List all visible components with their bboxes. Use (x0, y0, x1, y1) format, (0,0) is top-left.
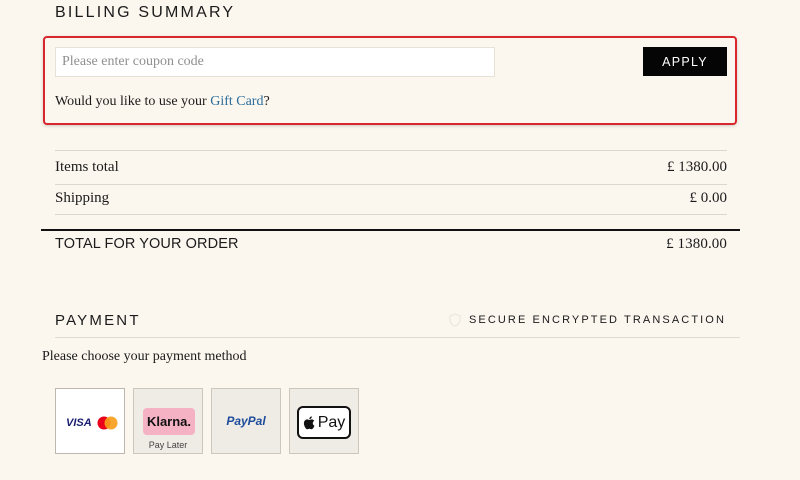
coupon-section: APPLY Would you like to use your Gift Ca… (43, 36, 737, 125)
gift-card-prefix: Would you like to use your (55, 94, 211, 109)
gift-card-link[interactable]: Gift Card (210, 94, 263, 109)
gift-card-suffix: ? (263, 94, 270, 109)
summary-divider-bottom (55, 214, 727, 215)
payment-title: PAYMENT (55, 312, 141, 329)
secure-transaction-text: SECURE ENCRYPTED TRANSACTION (468, 314, 726, 326)
items-total-label: Items total (55, 159, 119, 175)
secure-transaction-note: SECURE ENCRYPTED TRANSACTION (448, 313, 726, 327)
visa-logo: VISA (66, 417, 92, 429)
apply-coupon-button[interactable]: APPLY (643, 47, 727, 76)
order-total-row: TOTAL FOR YOUR ORDER £ 1380.00 (55, 236, 727, 253)
gift-card-prompt: Would you like to use your Gift Card? (55, 94, 270, 110)
apple-pay-logo: Pay (297, 406, 351, 439)
apple-pay-text: Pay (317, 413, 346, 431)
shipping-row: Shipping £ 0.00 (55, 190, 727, 207)
payment-method-prompt: Please choose your payment method (42, 349, 247, 364)
order-total-value: £ 1380.00 (666, 236, 727, 252)
items-total-value: £ 1380.00 (667, 159, 727, 175)
payment-method-paypal[interactable]: PayPal (211, 388, 281, 454)
summary-divider-middle (55, 184, 727, 185)
apple-icon (303, 415, 315, 429)
shipping-label: Shipping (55, 190, 110, 206)
shipping-value: £ 0.00 (689, 190, 728, 206)
klarna-pay-later-label: Pay Later (148, 440, 188, 450)
billing-summary-title: BILLING SUMMARY (55, 4, 236, 21)
paypal-logo: PayPal (226, 414, 266, 428)
payment-method-klarna[interactable]: Klarna. Pay Later (133, 388, 203, 454)
total-divider (41, 229, 740, 231)
order-total-label: TOTAL FOR YOUR ORDER (55, 236, 239, 252)
payment-method-apple-pay[interactable]: Pay (289, 388, 359, 454)
payment-divider (55, 337, 740, 338)
summary-divider-top (55, 150, 727, 151)
coupon-code-input[interactable] (55, 47, 495, 77)
klarna-logo: Klarna. (143, 408, 195, 435)
items-total-row: Items total £ 1380.00 (55, 159, 727, 176)
payment-method-visa-mastercard[interactable]: VISA (55, 388, 125, 454)
visa-mastercard-logos: VISA (66, 416, 119, 430)
shield-icon (449, 313, 461, 327)
mastercard-icon (97, 416, 118, 430)
